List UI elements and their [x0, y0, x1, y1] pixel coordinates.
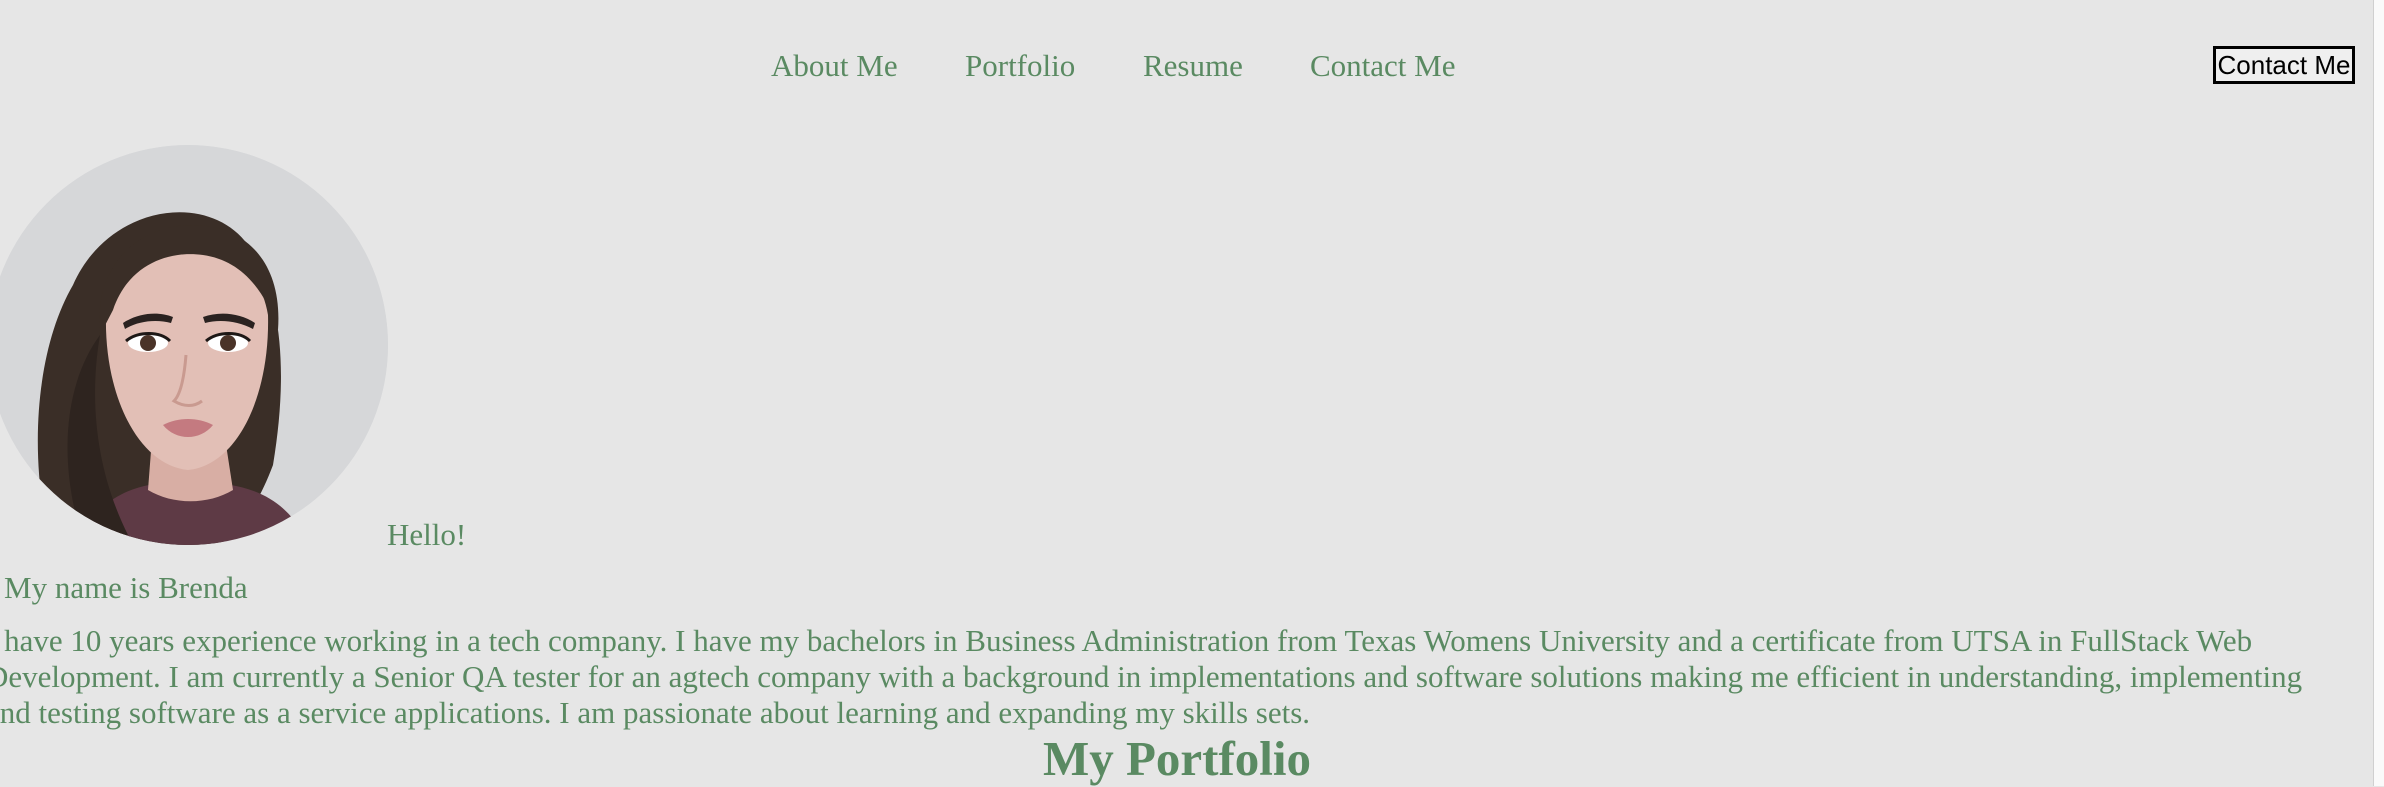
avatar — [0, 145, 388, 545]
main-nav: About Me Portfolio Resume Contact Me — [0, 44, 2384, 88]
nav-link-contact-me[interactable]: Contact Me — [1310, 44, 1456, 88]
bio-line: and testing software as a service applic… — [0, 695, 1311, 730]
nav-link-resume[interactable]: Resume — [1143, 44, 1243, 88]
contact-me-button[interactable]: Contact Me — [2213, 46, 2355, 84]
portfolio-heading: My Portfolio — [1042, 731, 1312, 786]
bio-line: Development. I am currently a Senior QA … — [0, 659, 2303, 694]
name-text: My name is Brenda — [4, 570, 248, 605]
nav-link-about-me[interactable]: About Me — [771, 44, 898, 88]
bio-paragraph: I have 10 years experience working in a … — [0, 623, 2384, 731]
greeting-text: Hello! — [387, 517, 467, 552]
avatar-illustration — [0, 145, 388, 545]
nav-link-portfolio[interactable]: Portfolio — [965, 44, 1075, 88]
bio-line: I have 10 years experience working in a … — [0, 623, 2253, 658]
